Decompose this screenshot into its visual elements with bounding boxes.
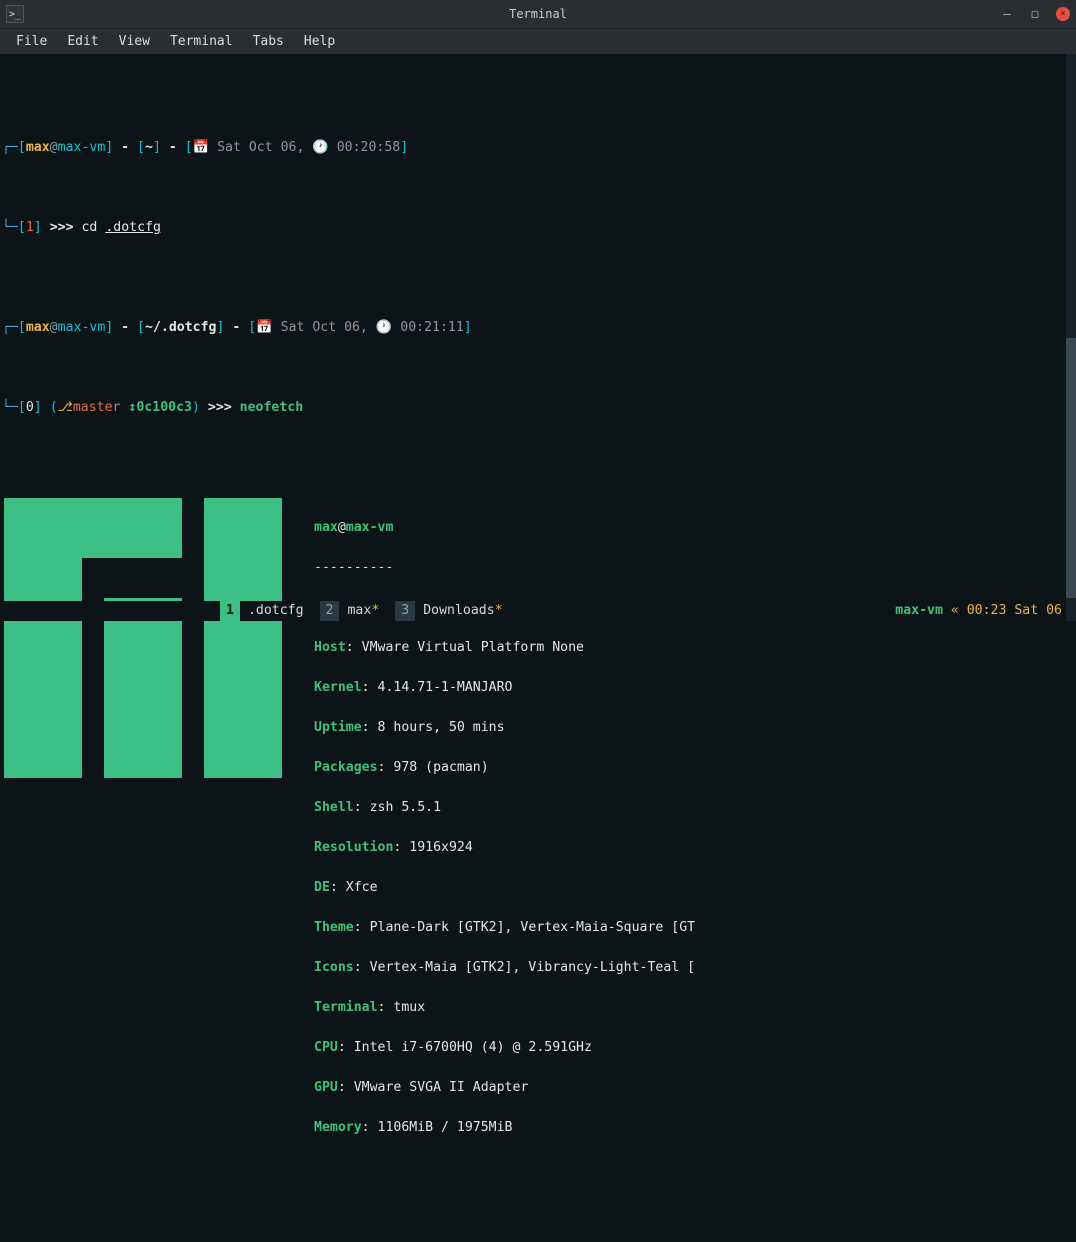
calendar-icon: 📅 [256, 320, 280, 335]
minimize-button[interactable]: — [1000, 7, 1014, 21]
menu-view[interactable]: View [109, 30, 160, 53]
tmux-clock: 00:23 Sat 06 [967, 601, 1062, 621]
tmux-host: max-vm [895, 601, 943, 621]
neofetch-info: max@max-vm ---------- OS: Manjaro Linux … [314, 498, 695, 1178]
menu-bar: File Edit View Terminal Tabs Help [0, 28, 1076, 54]
clock-icon: 🕐 [376, 320, 400, 335]
prompt-line: ┌─[max@max-vm] - [~] - [📅 Sat Oct 06, 🕐 … [2, 138, 1074, 158]
menu-help[interactable]: Help [294, 30, 345, 53]
prompt-line: └─[1] >>> cd .dotcfg [2, 218, 1074, 238]
menu-terminal[interactable]: Terminal [160, 30, 243, 53]
close-button[interactable]: × [1056, 7, 1070, 21]
branch-icon: ⎇ [58, 400, 73, 415]
terminal-app-icon: >_ [6, 5, 24, 23]
menu-tabs[interactable]: Tabs [243, 30, 294, 53]
scrollbar-thumb[interactable] [1066, 338, 1076, 599]
tmux-status-bar: 1 .dotcfg 2 max* 3 Downloads* max-vm « 0… [0, 601, 1066, 621]
activity-star-icon: * [371, 603, 379, 618]
neofetch-output: max@max-vm ---------- OS: Manjaro Linux … [2, 498, 1074, 1178]
window-title: Terminal [0, 7, 1076, 21]
calendar-icon: 📅 [193, 140, 217, 155]
tmux-tab-1-index[interactable]: 1 [220, 601, 240, 621]
tmux-tab-1-label[interactable]: .dotcfg [240, 601, 314, 621]
window-controls: — ◻ × [1000, 7, 1070, 21]
tmux-tab-3-label[interactable]: Downloads* [415, 601, 512, 621]
activity-star-icon: * [495, 603, 503, 618]
scrollbar[interactable] [1066, 54, 1076, 621]
tmux-tab-3-index[interactable]: 3 [395, 601, 415, 621]
prompt-line: ┌─[max@max-vm] - [~/.dotcfg] - [📅 Sat Oc… [2, 318, 1074, 338]
maximize-button[interactable]: ◻ [1028, 7, 1042, 21]
prompt-line: └─[0] (⎇master ↕0c100c3) >>> neofetch [2, 398, 1074, 418]
tmux-tab-2-index[interactable]: 2 [320, 601, 340, 621]
menu-file[interactable]: File [6, 30, 57, 53]
manjaro-logo-icon [2, 498, 282, 778]
window-titlebar: >_ Terminal — ◻ × [0, 0, 1076, 28]
menu-edit[interactable]: Edit [57, 30, 108, 53]
tmux-tab-2-label[interactable]: max* [339, 601, 389, 621]
terminal-viewport[interactable]: ┌─[max@max-vm] - [~] - [📅 Sat Oct 06, 🕐 … [0, 54, 1076, 621]
clock-icon: 🕐 [312, 140, 336, 155]
